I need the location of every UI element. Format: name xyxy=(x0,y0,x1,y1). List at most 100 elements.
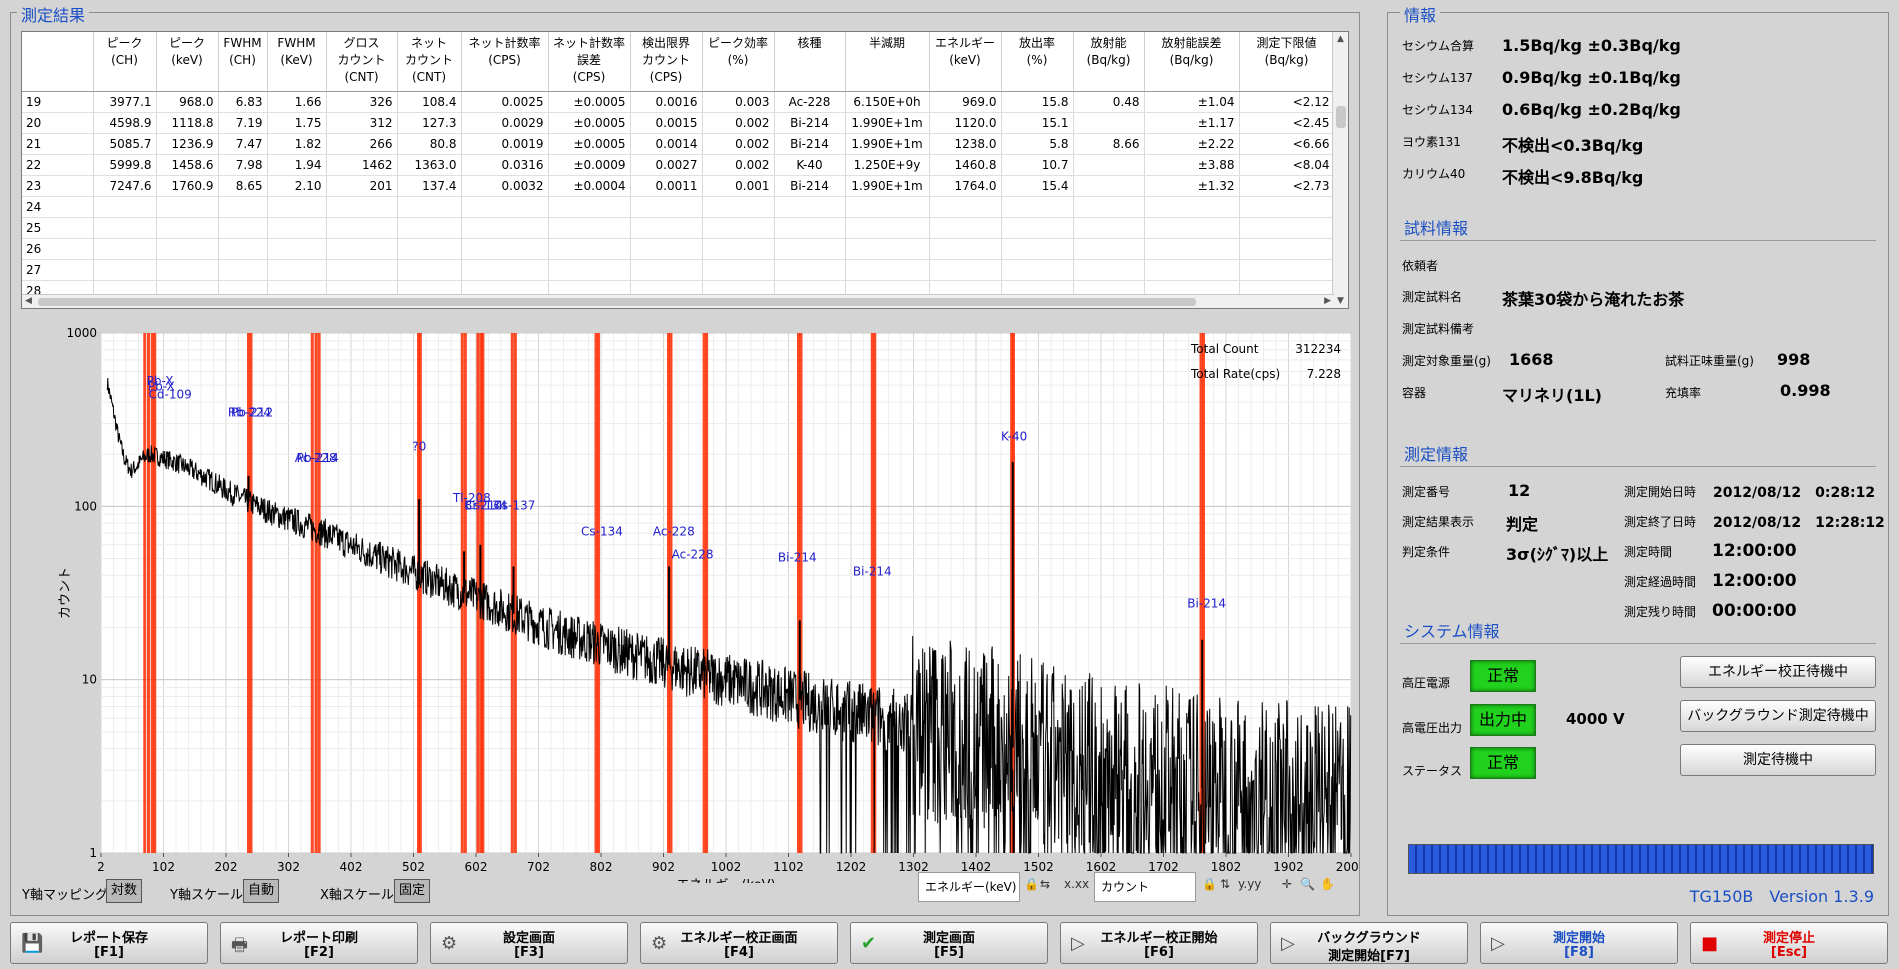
table-row[interactable]: 19 3977.1 968.0 6.83 1.66 326 108.4 0.0025 ±0.00… xyxy=(22,91,1335,113)
vertical-scrollbar[interactable]: ▲ ▼ xyxy=(1332,32,1348,308)
column-header: ピーク (CH) xyxy=(93,32,157,92)
table-cell: Bi-214 xyxy=(774,175,846,197)
pan-icon[interactable]: ✋ xyxy=(1320,877,1335,891)
background-status-button[interactable]: バックグラウンド測定待機中 xyxy=(1680,700,1876,732)
y-legend-box[interactable]: カウント xyxy=(1094,872,1196,902)
table-cell xyxy=(267,196,327,218)
column-header: 測定下限値 (Bq/kg) xyxy=(1239,32,1335,92)
table-cell xyxy=(397,259,462,281)
lock-icon[interactable]: 🔒 xyxy=(1024,877,1039,891)
scroll-left-icon[interactable]: ◀ xyxy=(25,296,32,306)
table-cell xyxy=(774,196,846,218)
energy-calibration-status-button[interactable]: エネルギー校正待機中 xyxy=(1680,656,1876,688)
table-row[interactable]: 22 5999.8 1458.6 7.98 1.94 1462 1363.0 0.0316 ±0… xyxy=(22,154,1335,176)
column-header-line: (CPS) xyxy=(572,70,606,84)
nuclide-label: Ac-228 xyxy=(672,548,714,562)
scroll-up-icon[interactable]: ▲ xyxy=(1337,34,1344,44)
chart-info-label: Total Rate(cps) xyxy=(1190,367,1280,381)
horizontal-scrollbar[interactable]: ◀ ▶ xyxy=(22,294,1334,308)
column-header-line: (Bq/kg) xyxy=(1169,53,1214,67)
x-scale-button[interactable]: 固定 xyxy=(394,879,431,903)
crosshair-icon[interactable]: ✛ xyxy=(1282,877,1292,891)
y-format-icon[interactable]: y.yy xyxy=(1238,877,1261,891)
table-cell: Bi-214 xyxy=(774,133,846,155)
scroll-down-icon[interactable]: ▼ xyxy=(1337,296,1344,306)
table-cell: 1.990E+1m xyxy=(845,175,930,197)
hv-label: 高圧電源 xyxy=(1402,676,1451,690)
x-legend-box[interactable]: エネルギー(keV) xyxy=(918,872,1020,902)
table-cell: <8.04 xyxy=(1239,154,1335,176)
table-cell: 0.001 xyxy=(702,175,775,197)
table-cell xyxy=(326,196,398,218)
zoom-icon[interactable]: 🔍 xyxy=(1300,877,1315,891)
y-tick-label: 10 xyxy=(82,673,97,687)
function-button[interactable]: ▷ エネルギー校正開始 [F6] xyxy=(1060,922,1258,964)
y-scale-button[interactable]: 自動 xyxy=(243,879,280,903)
results-table[interactable]: ピーク (CH) ピーク (keV) FWHM (CH) FWHM (KeV) グロス カウント (… xyxy=(21,31,1349,309)
table-cell xyxy=(1073,175,1145,197)
vertical-scroll-thumb[interactable] xyxy=(1336,106,1346,128)
table-cell xyxy=(630,259,703,281)
column-header-line: ピーク xyxy=(106,36,143,50)
divider xyxy=(1400,240,1876,241)
table-row[interactable]: 24 xyxy=(22,196,1335,218)
function-button[interactable]: ■ 測定停止 [Esc] xyxy=(1690,922,1888,964)
table-cell xyxy=(929,196,1002,218)
table-cell: 15.4 xyxy=(1001,175,1074,197)
function-button[interactable]: ▷ バックグラウンド 測定開始[F7] xyxy=(1270,922,1468,964)
hv-status-lamp: 正常 xyxy=(1470,660,1536,692)
x-format-icon[interactable]: x.xx xyxy=(1064,877,1089,891)
table-cell: 0.0016 xyxy=(630,91,703,113)
table-cell: 8.65 xyxy=(218,175,268,197)
function-button[interactable]: ▷ 測定開始 [F8] xyxy=(1480,922,1678,964)
spectrum-chart[interactable]: Pb-XPb-XCd-109Rb-224Pb-212Ac-228Pb-214?0… xyxy=(41,323,1359,883)
table-cell: 0.0019 xyxy=(461,133,549,155)
lock-icon[interactable]: 🔒 xyxy=(1202,877,1217,891)
nuclide-label: ?0 xyxy=(412,439,426,453)
nuclide-label: Bi-214 xyxy=(778,551,817,565)
function-button-key: [F2] xyxy=(304,945,334,960)
table-cell: 1462 xyxy=(326,154,398,176)
table-cell: 326 xyxy=(326,91,398,113)
function-button[interactable]: ✔ 測定画面 [F5] xyxy=(850,922,1048,964)
table-cell: 5999.8 xyxy=(93,154,157,176)
table-row[interactable]: 27 xyxy=(22,259,1335,281)
scroll-right-icon[interactable]: ▶ xyxy=(1324,296,1331,306)
table-row[interactable]: 25 xyxy=(22,217,1335,239)
column-header-line: FWHM xyxy=(223,36,262,50)
column-header-line: (%) xyxy=(1026,53,1048,67)
column-header-line: ネット計数率 xyxy=(552,36,625,50)
column-header: エネルギー (keV) xyxy=(929,32,1002,92)
criteria-value: 3σ(ｼｸﾞﾏ)以上 xyxy=(1506,545,1609,564)
column-header: 放出率 (%) xyxy=(1001,32,1074,92)
table-cell: 22 xyxy=(22,154,94,176)
function-button[interactable]: ⚙ エネルギー校正画面 [F4] xyxy=(640,922,838,964)
table-cell xyxy=(1073,217,1145,239)
table-row[interactable]: 26 xyxy=(22,238,1335,260)
table-cell xyxy=(156,238,219,260)
table-cell xyxy=(93,238,157,260)
y-autoscale-icon[interactable]: ⇅ xyxy=(1220,877,1230,891)
y-mapping-button[interactable]: 対数 xyxy=(106,879,143,903)
elapsed-time-label: 測定経過時間 xyxy=(1624,575,1697,589)
function-button-key: [F6] xyxy=(1144,945,1174,960)
function-button[interactable]: 💾 レポート保存 [F1] xyxy=(10,922,208,964)
x-tick-label: 1102 xyxy=(773,860,804,874)
fill-rate-value: 0.998 xyxy=(1780,381,1831,400)
table-cell xyxy=(93,259,157,281)
table-cell: 0.002 xyxy=(702,154,775,176)
function-button[interactable]: 🖶 レポート印刷 [F2] xyxy=(220,922,418,964)
table-row[interactable]: 21 5085.7 1236.9 7.47 1.82 266 80.8 0.0019 ±0.00… xyxy=(22,133,1335,155)
function-button[interactable]: ⚙ 設定画面 [F3] xyxy=(430,922,628,964)
table-cell xyxy=(218,196,268,218)
table-row[interactable]: 20 4598.9 1118.8 7.19 1.75 312 127.3 0.0029 ±0.0… xyxy=(22,112,1335,134)
table-row[interactable]: 23 7247.6 1760.9 8.65 2.10 201 137.4 0.0032 ±0.0… xyxy=(22,175,1335,197)
column-header-line: (CNT) xyxy=(411,70,447,84)
x-autoscale-icon[interactable]: ⇆ xyxy=(1040,877,1050,891)
measurement-status-button[interactable]: 測定待機中 xyxy=(1680,744,1876,776)
horizontal-scroll-thumb[interactable] xyxy=(38,298,1196,306)
table-cell: 15.8 xyxy=(1001,91,1074,113)
x-tick-label: 202 xyxy=(215,860,238,874)
display-label: 測定結果表示 xyxy=(1402,515,1475,529)
table-cell xyxy=(845,238,930,260)
